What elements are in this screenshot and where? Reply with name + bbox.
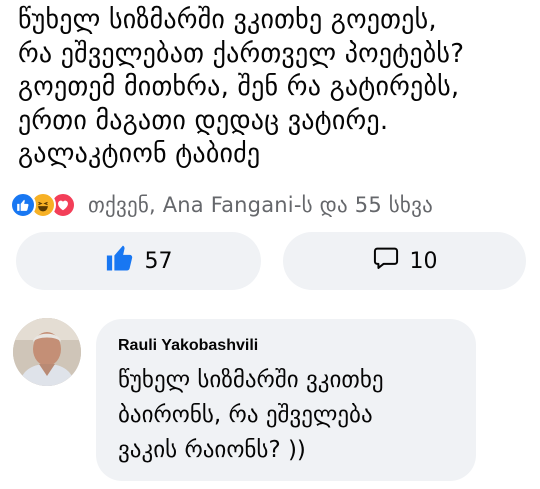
comment-author[interactable]: Rauli Yakobashvili [118,337,258,355]
post-line: წუხელ სიზმარში ვკითხე გოეთეს, [18,5,437,35]
reactions-text[interactable]: თქვენ, Ana Fangani-ს და 55 სხვა [88,193,433,217]
post-line: გალაკტიონ ტაბიძე [18,139,261,169]
comment-count: 10 [409,248,438,274]
reaction-icons [10,192,76,218]
comment-button[interactable]: 10 [283,232,526,290]
reactions-summary[interactable]: თქვენ, Ana Fangani-ს და 55 სხვა [10,190,433,220]
post-line: ერთი მაგათი დედაც ვატირე. [18,105,389,136]
post-text: წუხელ სიზმარში ვკითხე გოეთეს, რა ეშველებ… [18,4,533,172]
commenter-avatar[interactable] [13,318,81,386]
like-icon [10,192,36,218]
comment-bubble: Rauli Yakobashvili წუხელ სიზმარში ვკითხე… [96,319,476,481]
comment-line: ვაკის რაიონს? )) [118,437,306,463]
post-line: რა ეშველებათ ქართველ პოეტებს? [18,38,465,69]
post-line: გოეთემ მითხრა, შენ რა გატირებს, [18,72,460,102]
like-count: 57 [144,248,173,274]
comment-line: წუხელ სიზმარში ვკითხე [118,367,384,393]
comment-text: წუხელ სიზმარში ვკითხე ბაირონს, რა ეშველე… [118,363,384,468]
like-button[interactable]: 57 [16,232,261,290]
comment-line: ბაირონს, რა ეშველება [118,402,373,428]
thumbs-up-icon [105,243,135,279]
comment-icon [372,244,400,278]
